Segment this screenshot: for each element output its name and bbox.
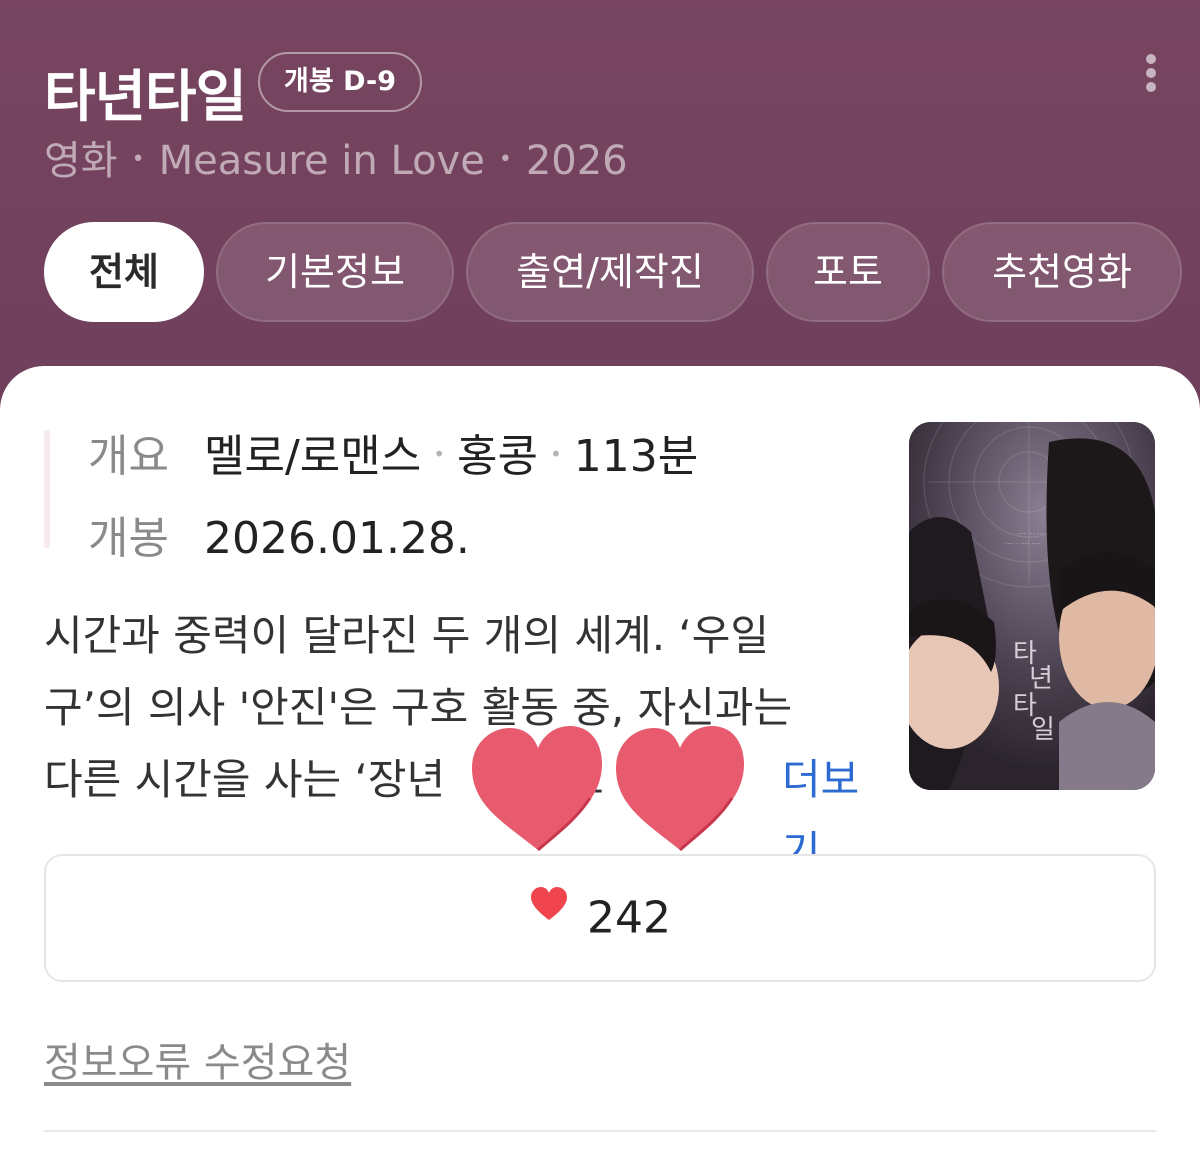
separator-dot: • (550, 442, 562, 466)
tab-basic-info[interactable]: 기본정보 (216, 222, 454, 322)
category-text: 영화 (44, 138, 118, 184)
movie-subtitle: 영화 • Measure in Love • 2026 (44, 128, 628, 186)
country-value: 홍콩 (457, 431, 538, 482)
movie-poster[interactable]: 타년타일 .... ... ....... . .... .... (909, 422, 1155, 790)
poster-image: 타년타일 .... ... ....... . .... .... (909, 422, 1155, 790)
synopsis-line: 시간과 중력이 달라진 두 개의 세계. ‘우일 (44, 611, 770, 660)
report-error-link[interactable]: 정보오류 수정요청 (44, 1030, 351, 1088)
svg-text:일: 일 (1031, 715, 1055, 745)
synopsis-line: 다른 시간을 사는 ‘장년쇼 (44, 744, 874, 816)
summary-row: 개요 멜로/로맨스 • 홍콩 • 113분 (88, 420, 698, 484)
separator-dot: • (433, 442, 446, 466)
movie-title: 타년타일 (44, 65, 247, 130)
synopsis-line: 구’의 의사 '안진'은 구호 활동 중, 자신과는 (44, 683, 793, 732)
separator-dot: • (498, 146, 512, 172)
release-label: 개봉 (88, 513, 169, 564)
info-accent-bar (44, 430, 50, 548)
synopsis-line-start: 다른 시간을 사는 ‘장년 (44, 755, 446, 804)
heart-sticker-icon (472, 726, 602, 852)
tab-photo[interactable]: 포토 (766, 222, 930, 322)
tab-cast-crew[interactable]: 출연/제작진 (466, 222, 754, 322)
like-count: 242 (587, 892, 671, 944)
divider (44, 1130, 1156, 1132)
synopsis: 시간과 중력이 달라진 두 개의 세계. ‘우일 구’의 의사 '안진'은 구호… (44, 600, 874, 876)
tab-recommended[interactable]: 추천영화 (942, 222, 1182, 322)
heart-sticker-icon (616, 726, 744, 852)
tab-all[interactable]: 전체 (44, 222, 204, 322)
release-date-value: 2026.01.28. (204, 513, 470, 564)
like-button[interactable]: 242 (44, 854, 1156, 982)
svg-text:.... ... ...: .... ... ... (1017, 528, 1044, 536)
movie-header: 타년타일 개봉 D-9 영화 • Measure in Love • 2026 전체 기… (0, 0, 1200, 400)
genre-value: 멜로/로맨스 (204, 431, 422, 482)
separator-dot: • (131, 146, 145, 172)
more-options-icon[interactable] (1140, 54, 1162, 98)
svg-text:년: 년 (1029, 664, 1053, 694)
year-text: 2026 (525, 138, 628, 184)
runtime-value: 113분 (573, 431, 699, 482)
heart-icon (529, 855, 569, 979)
release-dday-badge: 개봉 D-9 (258, 52, 422, 112)
svg-text:.... . .... ....: .... . .... .... (1005, 538, 1041, 546)
original-title-text: Measure in Love (158, 138, 485, 184)
summary-label: 개요 (88, 431, 169, 482)
release-row: 개봉 2026.01.28. (88, 502, 470, 566)
